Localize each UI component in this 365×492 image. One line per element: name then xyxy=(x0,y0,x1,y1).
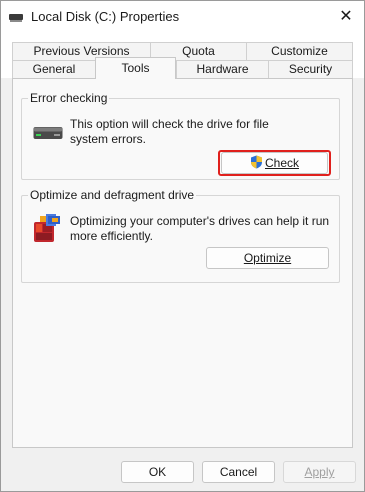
ok-button[interactable]: OK xyxy=(121,461,194,483)
tab-customize[interactable]: Customize xyxy=(246,42,353,60)
apply-button-label: Apply xyxy=(304,465,335,479)
optimize-description-2: more efficiently. xyxy=(70,229,153,243)
check-button-label: Check xyxy=(264,156,299,170)
check-button[interactable]: Check xyxy=(221,152,328,174)
close-button[interactable]: ✕ xyxy=(334,5,358,29)
hard-drive-icon xyxy=(33,126,63,140)
error-checking-title: Error checking xyxy=(28,91,110,105)
tab-general[interactable]: General xyxy=(12,60,95,78)
optimize-group: Optimize and defragment drive Optimizing… xyxy=(21,188,340,283)
optimize-description-1: Optimizing your computer's drives can he… xyxy=(70,214,330,228)
optimize-button[interactable]: Optimize xyxy=(206,247,329,269)
defrag-icon xyxy=(32,212,62,244)
window-title: Local Disk (C:) Properties xyxy=(31,9,180,24)
tab-strip: Previous Versions Quota Customize Genera… xyxy=(1,33,364,79)
uac-shield-icon xyxy=(250,155,263,175)
dialog-footer: OK Cancel Apply xyxy=(1,450,364,491)
error-checking-description-1: This option will check the drive for fil… xyxy=(70,117,269,131)
tab-security[interactable]: Security xyxy=(268,60,353,78)
error-checking-group: Error checking This option will check th… xyxy=(21,91,340,180)
properties-dialog: Local Disk (C:) Properties ✕ Previous Ve… xyxy=(0,0,365,492)
apply-button[interactable]: Apply xyxy=(283,461,356,483)
title-bar[interactable]: Local Disk (C:) Properties ✕ xyxy=(1,1,364,33)
tab-hardware[interactable]: Hardware xyxy=(176,60,268,78)
close-icon: ✕ xyxy=(339,8,353,25)
tools-panel: Error checking This option will check th… xyxy=(12,78,353,448)
cancel-button[interactable]: Cancel xyxy=(202,461,275,483)
tab-tools[interactable]: Tools xyxy=(95,57,176,79)
error-checking-description-2: system errors. xyxy=(70,132,147,146)
optimize-title: Optimize and defragment drive xyxy=(28,188,197,202)
drive-icon xyxy=(9,14,23,22)
optimize-button-label: Optimize xyxy=(243,251,292,265)
